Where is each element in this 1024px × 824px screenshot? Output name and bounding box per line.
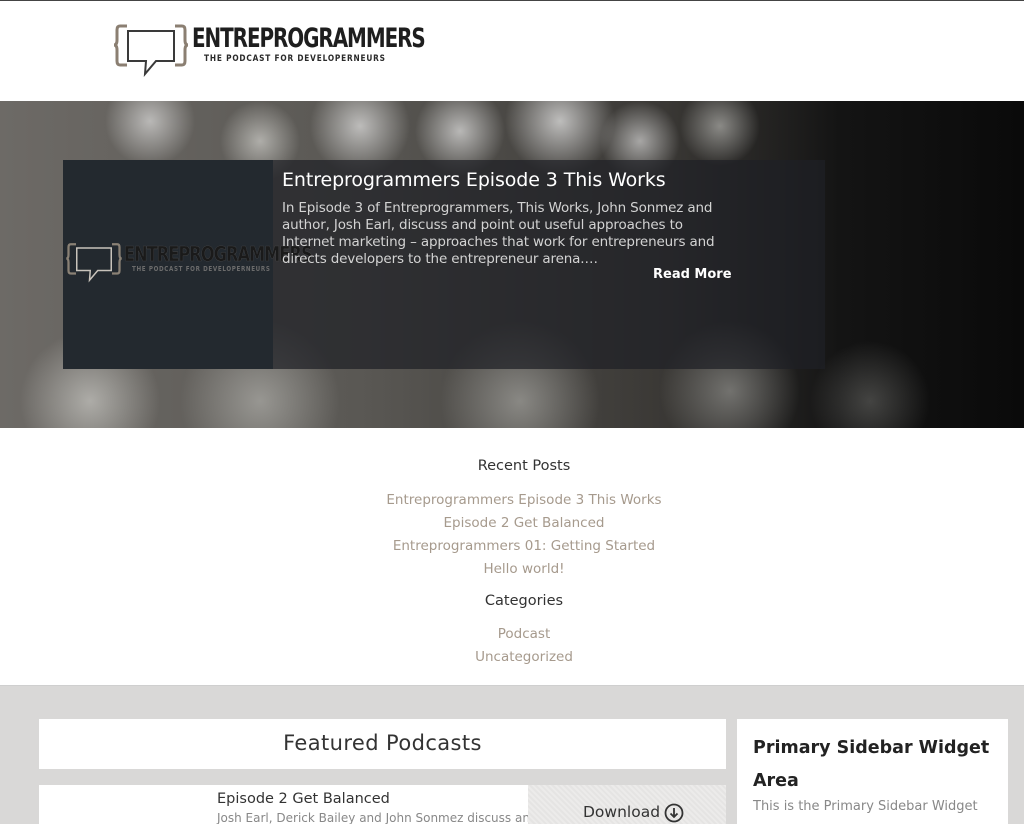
download-button[interactable]: Download — [528, 785, 726, 824]
recent-post-link[interactable]: Hello world! — [0, 561, 1024, 577]
sidebar-widget-title: Primary Sidebar Widget Area — [753, 738, 990, 791]
logo-tagline: THE PODCAST FOR DEVELOPERNEURS — [204, 54, 386, 64]
recent-post-link[interactable]: Entreprogrammers 01: Getting Started — [0, 538, 1024, 554]
featured-podcasts-header: Featured Podcasts — [39, 719, 726, 769]
site-header: ENTREPROGRAMMERS THE PODCAST FOR DEVELOP… — [0, 1, 1024, 101]
episode-title[interactable]: Episode 2 Get Balanced — [217, 791, 390, 807]
widget-area: Recent Posts Entreprogrammers Episode 3 … — [0, 428, 1024, 685]
recent-posts-heading: Recent Posts — [477, 458, 571, 474]
download-circle-icon — [664, 803, 684, 823]
hero-post-title[interactable]: Entreprogrammers Episode 3 This Works — [282, 169, 666, 191]
speech-bubble-braces-icon — [114, 24, 188, 78]
download-label: Download — [583, 803, 661, 821]
recent-post-link[interactable]: Entreprogrammers Episode 3 This Works — [0, 492, 1024, 508]
sidebar-widget-text: This is the Primary Sidebar Widget — [753, 799, 978, 814]
logo-title: ENTREPROGRAMMERS — [192, 23, 426, 54]
read-more-link[interactable]: Read More — [653, 267, 732, 282]
hero-thumbnail[interactable]: ENTREPROGRAMMERS THE PODCAST FOR DEVELOP… — [63, 160, 313, 369]
recent-post-link[interactable]: Episode 2 Get Balanced — [0, 515, 1024, 531]
hero-slider: ENTREPROGRAMMERS THE PODCAST FOR DEVELOP… — [0, 101, 1024, 428]
hero-post-excerpt: In Episode 3 of Entreprogrammers, This W… — [282, 200, 715, 267]
episode-description: Josh Earl, Derick Bailey and John Sonmez… — [217, 811, 538, 824]
site-logo[interactable]: ENTREPROGRAMMERS THE PODCAST FOR DEVELOP… — [114, 23, 426, 81]
episode-item: Episode 2 Get Balanced Josh Earl, Derick… — [39, 785, 726, 824]
category-link[interactable]: Podcast — [0, 626, 1024, 642]
featured-podcasts-title: Featured Podcasts — [283, 731, 482, 755]
category-link[interactable]: Uncategorized — [0, 649, 1024, 665]
thumbnail-logo-tagline: THE PODCAST FOR DEVELOPERNEURS — [132, 265, 271, 273]
categories-heading: Categories — [484, 593, 564, 609]
primary-sidebar-widget: Primary Sidebar Widget Area This is the … — [737, 719, 1008, 824]
content-band: Featured Podcasts Episode 2 Get Balanced… — [0, 685, 1024, 824]
speech-bubble-braces-icon — [66, 243, 122, 283]
thumbnail-logo: ENTREPROGRAMMERS THE PODCAST FOR DEVELOP… — [65, 242, 313, 286]
hero-post-card: ENTREPROGRAMMERS THE PODCAST FOR DEVELOP… — [63, 160, 825, 369]
